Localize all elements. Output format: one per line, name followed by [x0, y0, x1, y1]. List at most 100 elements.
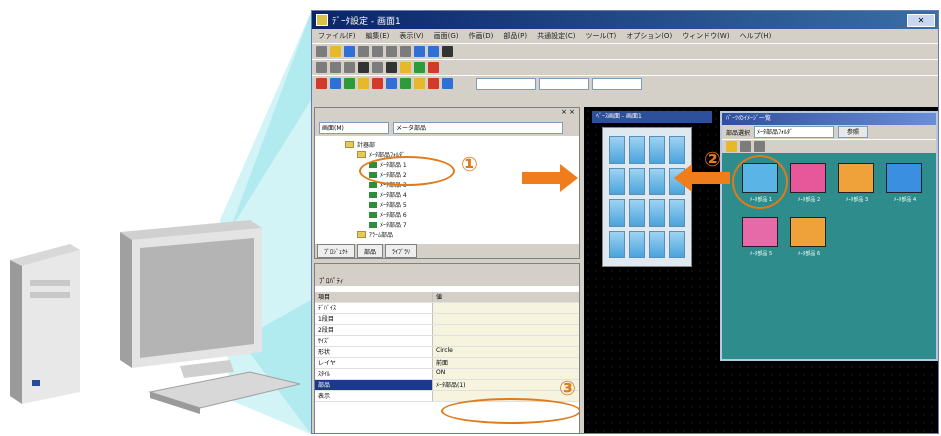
- meter-part[interactable]: [649, 230, 665, 258]
- thumbnail-meter-3[interactable]: ﾒｰﾀ部品 3: [838, 163, 874, 203]
- explorer-filter-combo[interactable]: メータ部品: [393, 122, 563, 134]
- properties-header: 項目 値: [315, 292, 579, 303]
- meter-part[interactable]: [649, 167, 665, 195]
- meter-part[interactable]: [609, 199, 625, 227]
- part-graph-icon[interactable]: [358, 78, 369, 89]
- menu-tools[interactable]: ツール(T): [585, 31, 616, 41]
- property-row[interactable]: 形状 Circle: [315, 347, 579, 358]
- tree-item[interactable]: 計器部: [345, 140, 375, 149]
- meter-part[interactable]: [669, 136, 685, 164]
- new-icon[interactable]: [316, 46, 327, 57]
- meter-part[interactable]: [649, 199, 665, 227]
- folder-icon: [357, 231, 366, 238]
- meter-part[interactable]: [629, 230, 645, 258]
- print-icon[interactable]: [358, 46, 369, 57]
- explorer-panel-controls[interactable]: × ×: [315, 108, 579, 120]
- part-meter-icon[interactable]: [344, 78, 355, 89]
- part-window-icon[interactable]: [442, 78, 453, 89]
- meter-part[interactable]: [629, 199, 645, 227]
- cut-icon[interactable]: [372, 46, 383, 57]
- menu-help[interactable]: ヘルプ(H): [740, 31, 772, 41]
- close-button[interactable]: ✕: [907, 13, 935, 27]
- meter-part[interactable]: [629, 136, 645, 164]
- menu-draw[interactable]: 作画(D): [469, 31, 494, 41]
- parts-tree: 計器部 ﾒｰﾀ部品ﾌｫﾙﾀﾞ ﾒｰﾀ部品 1 ﾒｰﾀ部品 2 ﾒｰﾀ部品 3 ﾒ…: [315, 136, 579, 254]
- thumbnail-meter-5[interactable]: ﾒｰﾀ部品 5: [742, 217, 778, 257]
- save-icon[interactable]: [344, 46, 355, 57]
- property-row[interactable]: ｽﾀｲﾙ ON: [315, 369, 579, 380]
- part-lamp-icon[interactable]: [330, 78, 341, 89]
- layer-combo[interactable]: [592, 77, 642, 90]
- sort-icon[interactable]: [754, 141, 765, 152]
- toolbar-standard: [312, 43, 938, 59]
- copy-icon[interactable]: [386, 46, 397, 57]
- part-trend-icon[interactable]: [400, 78, 411, 89]
- meter-part[interactable]: [669, 199, 685, 227]
- tab-parts[interactable]: 部品: [357, 244, 384, 258]
- meter-part[interactable]: [609, 167, 625, 195]
- meter-part[interactable]: [609, 230, 625, 258]
- fill-circle-icon[interactable]: [358, 62, 369, 73]
- palette-filter-combo[interactable]: ﾒｰﾀ部品ﾌｫﾙﾀﾞ: [754, 126, 835, 138]
- folder-icon[interactable]: [726, 141, 737, 152]
- thumbnail-meter-4[interactable]: ﾒｰﾀ部品 4: [886, 163, 922, 203]
- property-row[interactable]: 2段目: [315, 325, 579, 336]
- palette-browse-button[interactable]: 参照: [838, 126, 869, 138]
- font-combo[interactable]: [476, 77, 536, 90]
- tree-item[interactable]: ﾒｰﾀ部品 4: [369, 190, 407, 199]
- tree-item[interactable]: ｱﾗｰﾑ部品: [357, 230, 393, 239]
- zoom-combo[interactable]: [539, 77, 589, 90]
- paste-icon[interactable]: [400, 46, 411, 57]
- tree-item[interactable]: ﾒｰﾀ部品 7: [369, 220, 407, 229]
- menu-options[interactable]: オプション(O): [626, 31, 672, 41]
- tab-project[interactable]: ﾌﾟﾛｼﾞｪｸﾄ: [317, 244, 356, 258]
- meter-part[interactable]: [609, 136, 625, 164]
- view-icon[interactable]: [740, 141, 751, 152]
- meter-part-group[interactable]: [602, 127, 692, 267]
- open-icon[interactable]: [330, 46, 341, 57]
- part-recipe-icon[interactable]: [428, 78, 439, 89]
- property-row-selected[interactable]: 部品 ﾒｰﾀ部品(1): [315, 380, 579, 391]
- menu-parts[interactable]: 部品(P): [503, 31, 527, 41]
- part-switch-icon[interactable]: [316, 78, 327, 89]
- menu-file[interactable]: ファイル(F): [318, 31, 356, 41]
- undo-icon[interactable]: [414, 46, 425, 57]
- menu-edit[interactable]: 編集(E): [366, 31, 390, 41]
- part-alarm-icon[interactable]: [372, 78, 383, 89]
- thumbnail-meter-6[interactable]: ﾒｰﾀ部品 6: [790, 217, 826, 257]
- tree-item[interactable]: ﾒｰﾀ部品 6: [369, 210, 407, 219]
- circle-icon[interactable]: [344, 62, 355, 73]
- explorer-screen-combo[interactable]: 画面(M): [319, 122, 389, 134]
- tree-item[interactable]: ﾒｰﾀ部品 5: [369, 200, 407, 209]
- explorer-tabs: ﾌﾟﾛｼﾞｪｸﾄ 部品 ﾗｲﾌﾞﾗﾘ: [315, 244, 579, 258]
- menu-window[interactable]: ウィンドウ(W): [682, 31, 729, 41]
- arc-icon[interactable]: [372, 62, 383, 73]
- property-row[interactable]: 1段目: [315, 314, 579, 325]
- property-row[interactable]: ﾃﾞﾊﾞｲｽ: [315, 303, 579, 314]
- rectangle-icon[interactable]: [330, 62, 341, 73]
- meter-part[interactable]: [669, 230, 685, 258]
- meter-part[interactable]: [649, 136, 665, 164]
- property-row[interactable]: ｻｲｽﾞ: [315, 336, 579, 347]
- part-icon: [369, 201, 377, 208]
- menu-screen[interactable]: 画面(G): [434, 31, 459, 41]
- redo-icon[interactable]: [428, 46, 439, 57]
- app-icon: [316, 14, 328, 26]
- line-icon[interactable]: [316, 62, 327, 73]
- image-icon[interactable]: [400, 62, 411, 73]
- tab-library[interactable]: ﾗｲﾌﾞﾗﾘ: [385, 244, 418, 258]
- menu-view[interactable]: 表示(V): [399, 31, 423, 41]
- part-message-icon[interactable]: [414, 78, 425, 89]
- meter-part[interactable]: [629, 167, 645, 195]
- menu-common[interactable]: 共通設定(C): [537, 31, 575, 41]
- color-icon[interactable]: [428, 62, 439, 73]
- thumbnail-meter-2[interactable]: ﾒｰﾀ部品 2: [790, 163, 826, 203]
- part-data-icon[interactable]: [386, 78, 397, 89]
- application-window: ﾃﾞｰﾀ設定 - 画面1 ✕ ファイル(F) 編集(E) 表示(V) 画面(G)…: [311, 10, 939, 434]
- callout-number-3: ③: [559, 376, 576, 400]
- property-row[interactable]: レイヤ 前面: [315, 358, 579, 369]
- pointer-icon[interactable]: [442, 46, 453, 57]
- screen-canvas[interactable]: ﾍﾞｰｽ画面 - 画面1 ﾊﾟｰﾂのｲﾒｰｼﾞ一覧 部品選択 ﾒｰﾀ部品ﾌｫﾙﾀ…: [584, 107, 938, 433]
- grid-icon[interactable]: [414, 62, 425, 73]
- text-icon[interactable]: [386, 62, 397, 73]
